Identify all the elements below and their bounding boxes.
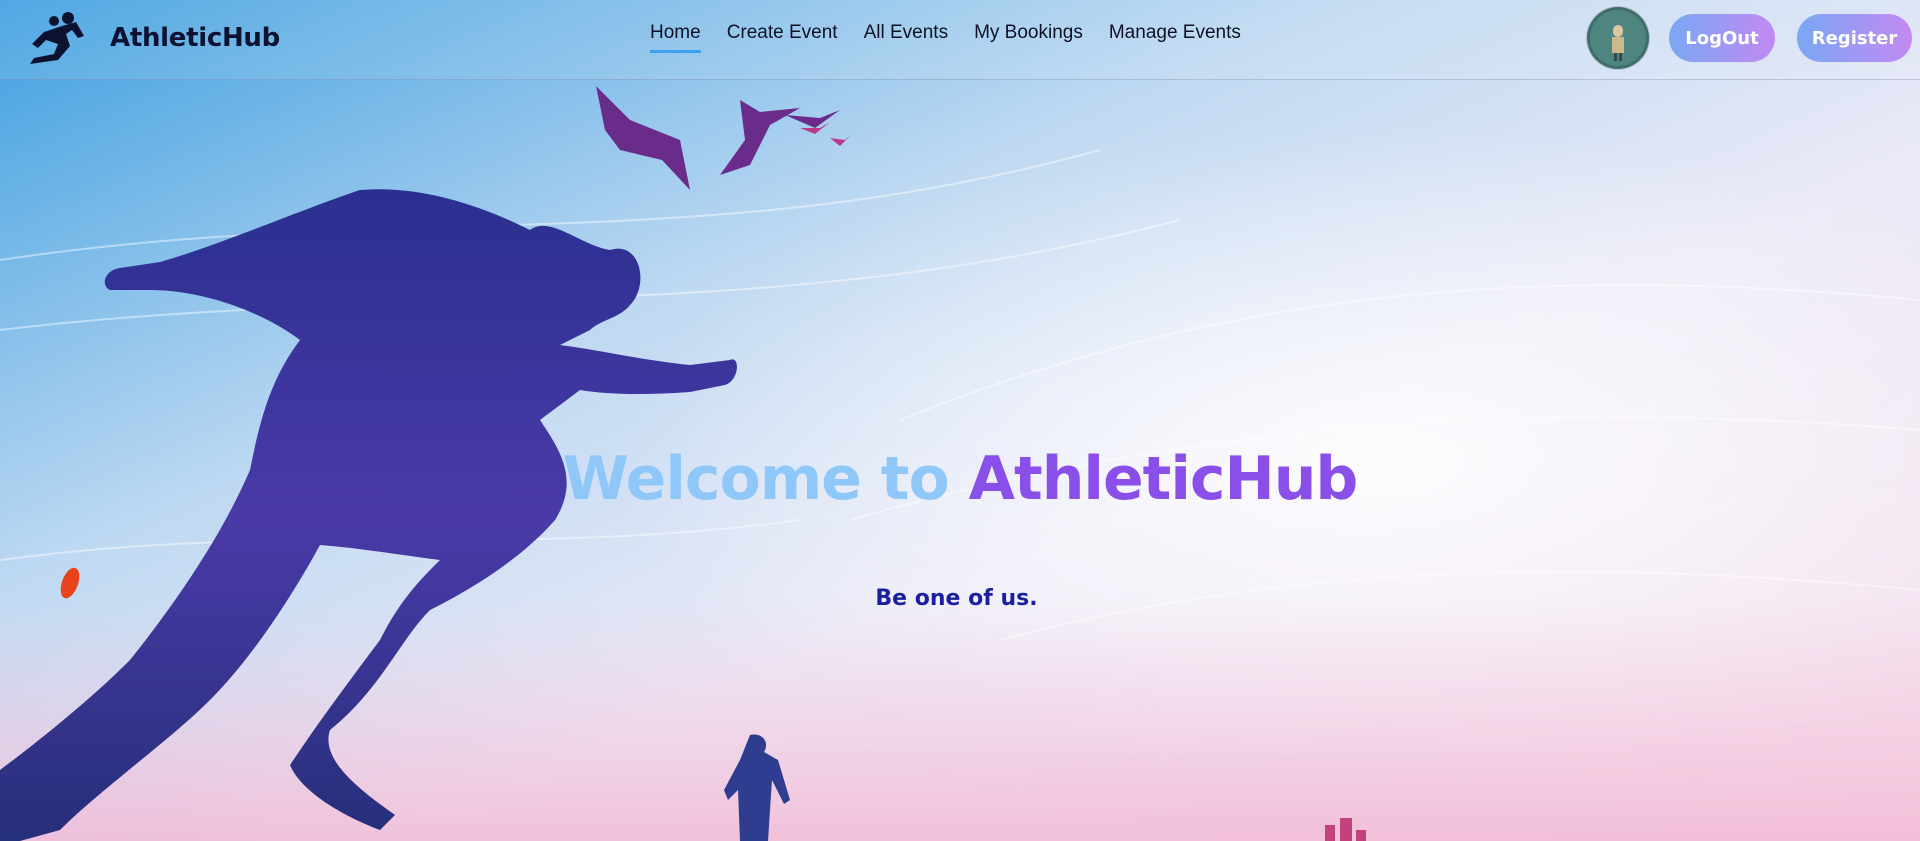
user-avatar[interactable] — [1587, 7, 1649, 69]
brand-name: AthleticHub — [110, 23, 280, 53]
register-button[interactable]: Register — [1797, 14, 1912, 62]
nav-item-manage-events[interactable]: Manage Events — [1109, 22, 1241, 53]
logout-button[interactable]: LogOut — [1669, 14, 1775, 62]
nav-item-create-event[interactable]: Create Event — [727, 22, 838, 53]
nav-item-home[interactable]: Home — [650, 22, 701, 53]
runner-logo-icon — [30, 12, 84, 64]
hero-title-part-welcome: Welcome to — [562, 444, 969, 514]
hero-title-part-brand: AthleticHub — [968, 444, 1359, 514]
nav-item-my-bookings[interactable]: My Bookings — [974, 22, 1083, 53]
nav-item-all-events[interactable]: All Events — [864, 22, 948, 53]
hero-title: Welcome to AthleticHub — [0, 444, 1920, 514]
hero-subtitle: Be one of us. — [875, 586, 1038, 611]
user-avatar-icon — [1587, 7, 1649, 69]
brand[interactable]: AthleticHub — [24, 8, 280, 68]
hero-background-illustration — [0, 0, 1920, 841]
nav-links: Home Create Event All Events My Bookings… — [650, 22, 1267, 53]
top-navbar: AthleticHub Home Create Event All Events… — [0, 0, 1920, 80]
